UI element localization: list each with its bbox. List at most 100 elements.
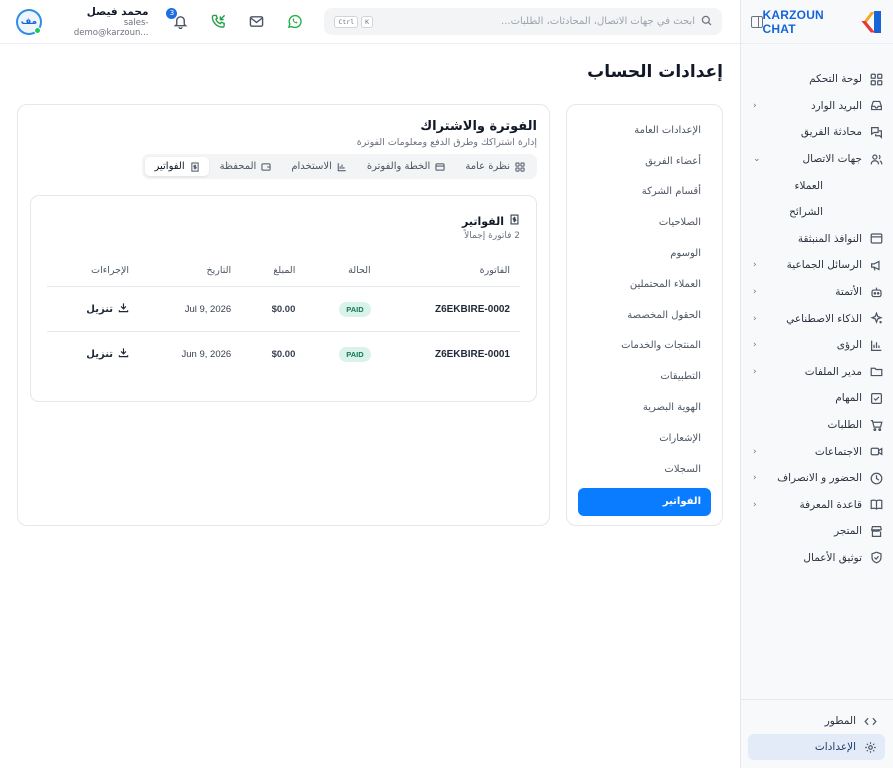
sidebar-item-developer[interactable]: المطور	[748, 708, 885, 734]
sidebar-item-label: المتجر	[834, 525, 862, 538]
sidebar-item-file-manager[interactable]: مدير الملفات ‹	[741, 359, 893, 386]
sidebar-item-label: الرسائل الجماعية	[786, 259, 862, 272]
clock-icon	[870, 472, 883, 485]
settings-item-notifications[interactable]: الإشعارات	[578, 423, 711, 454]
sidebar-item-automation[interactable]: الأتمتة ‹	[741, 279, 893, 306]
settings-item-departments[interactable]: أقسام الشركة	[578, 177, 711, 208]
chart-icon	[870, 339, 883, 352]
settings-item-permissions[interactable]: الصلاحيات	[578, 207, 711, 238]
download-button[interactable]: تنزيل	[86, 347, 129, 361]
sidebar-item-label: قاعدة المعرفة	[799, 498, 862, 511]
search-input[interactable]	[373, 16, 695, 27]
settings-item-branding[interactable]: الهوية البصرية	[578, 392, 711, 423]
karzoun-logo[interactable]	[861, 10, 881, 33]
tab-plan-billing[interactable]: الخطة والفوترة	[358, 157, 454, 176]
invoice-date: Jun 9, 2026	[181, 348, 232, 360]
avatar[interactable]: مف	[16, 8, 42, 35]
avatar-initials: مف	[20, 16, 38, 27]
sidebar-item-attendance[interactable]: الحضور و الانصراف ‹	[741, 465, 893, 492]
invoice-amount: $0.00	[271, 348, 296, 360]
sidebar-item-inbox[interactable]: البريد الوارد ‹	[741, 93, 893, 120]
download-button[interactable]: تنزيل	[86, 302, 129, 316]
sidebar-item-label: المهام	[835, 392, 862, 405]
settings-menu: الإعدادات العامة أعضاء الفريق أقسام الشر…	[566, 104, 723, 526]
sidebar-item-label: لوحة التحكم	[809, 73, 862, 86]
settings-item-custom-fields[interactable]: الحقول المخصصة	[578, 300, 711, 331]
tab-label: المحفظة	[219, 161, 257, 172]
phone-incoming-icon[interactable]	[210, 14, 226, 30]
sidebar-item-contacts[interactable]: جهات الاتصال ⌄	[741, 146, 893, 173]
sidebar-item-label: الرؤى	[836, 339, 862, 352]
table-header-row: الفاتورة الحالة المبلغ التاريخ الإجراءات	[47, 265, 520, 287]
sidebar-item-meetings[interactable]: الاجتماعات ‹	[741, 438, 893, 465]
sidebar-item-label: النوافذ المنبثقة	[797, 232, 862, 245]
sidebar-item-broadcasts[interactable]: الرسائل الجماعية ‹	[741, 252, 893, 279]
search-box[interactable]: Ctrl K	[324, 8, 722, 35]
settings-item-leads[interactable]: العملاء المحتملين	[578, 269, 711, 300]
sidebar-item-label: جهات الاتصال	[802, 153, 862, 166]
chevron-left-icon: ‹	[753, 313, 757, 324]
wallet-icon	[261, 162, 271, 172]
video-icon	[870, 445, 883, 458]
sidebar-item-tasks[interactable]: المهام	[741, 385, 893, 412]
sidebar-item-orders[interactable]: الطلبات	[741, 412, 893, 439]
kbd-ctrl: Ctrl	[334, 15, 359, 28]
settings-item-products[interactable]: المنتجات والخدمات	[578, 331, 711, 362]
settings-item-logs[interactable]: السجلات	[578, 454, 711, 485]
credit-card-icon	[435, 162, 445, 172]
dashboard-icon	[870, 73, 883, 86]
invoice-amount: $0.00	[271, 303, 296, 315]
store-icon	[870, 525, 883, 538]
sidebar-nav: لوحة التحكم البريد الوارد ‹ محادثة الفري…	[741, 44, 893, 571]
billing-subtitle: إدارة اشتراكك وطرق الدفع ومعلومات الفوتر…	[356, 137, 537, 148]
chevron-left-icon: ‹	[753, 287, 757, 298]
sidebar-subitem-customers[interactable]: العملاء	[741, 172, 893, 199]
sidebar-item-label: الحضور و الانصراف	[777, 472, 862, 485]
whatsapp-icon[interactable]	[286, 14, 302, 30]
popup-icon	[870, 232, 883, 245]
sidebar-item-label: الإعدادات	[814, 741, 856, 753]
code-icon	[864, 715, 877, 728]
chevron-left-icon: ‹	[753, 366, 757, 377]
user-info: محمد فيصل sales-demo@karzoun...	[50, 6, 149, 38]
gear-icon	[864, 741, 877, 754]
sparkle-icon	[870, 312, 883, 325]
sidebar-item-insights[interactable]: الرؤى ‹	[741, 332, 893, 359]
sidebar-item-label: الذكاء الاصطناعي	[786, 312, 862, 325]
settings-item-team-members[interactable]: أعضاء الفريق	[578, 146, 711, 177]
tab-usage[interactable]: الاستخدام	[282, 157, 356, 176]
sidebar-item-label: الأتمتة	[835, 286, 862, 299]
invoices-title: الفواتير	[462, 214, 504, 228]
shield-check-icon	[870, 551, 883, 564]
keyboard-shortcut: Ctrl K	[334, 15, 374, 28]
sidebar-item-label: الاجتماعات	[814, 445, 862, 458]
user-email: sales-demo@karzoun...	[73, 17, 149, 38]
column-header-amount: المبلغ	[241, 265, 306, 287]
sidebar-item-team-chat[interactable]: محادثة الفريق	[741, 119, 893, 146]
notification-badge: 3	[166, 7, 178, 19]
user-name: محمد فيصل	[86, 5, 149, 18]
sidebar-item-ai[interactable]: الذكاء الاصطناعي ‹	[741, 305, 893, 332]
sidebar-item-dashboard[interactable]: لوحة التحكم	[741, 66, 893, 93]
sidebar-subitem-segments[interactable]: الشرائح	[741, 199, 893, 226]
settings-item-tags[interactable]: الوسوم	[578, 238, 711, 269]
tab-invoices[interactable]: الفواتير	[145, 157, 209, 176]
sidebar-collapse-icon[interactable]	[751, 15, 763, 28]
bot-icon	[870, 286, 883, 299]
mail-icon[interactable]	[248, 14, 264, 30]
tab-wallet[interactable]: المحفظة	[211, 157, 281, 176]
sidebar-item-store[interactable]: المتجر	[741, 518, 893, 545]
sidebar-item-popups[interactable]: النوافذ المنبثقة	[741, 226, 893, 253]
chevron-down-icon: ⌄	[753, 154, 761, 165]
sidebar-item-knowledge-base[interactable]: قاعدة المعرفة ‹	[741, 492, 893, 519]
settings-item-general[interactable]: الإعدادات العامة	[578, 115, 711, 146]
user-profile[interactable]: محمد فيصل sales-demo@karzoun... مف	[16, 6, 148, 38]
settings-item-invoices[interactable]: الفواتير	[578, 487, 711, 516]
sidebar-item-business-verification[interactable]: توثيق الأعمال	[741, 545, 893, 572]
team-chat-icon	[870, 126, 883, 139]
tab-overview[interactable]: نظرة عامة	[456, 157, 534, 176]
sidebar-item-label: الطلبات	[827, 419, 862, 432]
bell-icon[interactable]: 3	[166, 7, 188, 30]
sidebar-item-settings[interactable]: الإعدادات	[748, 734, 885, 760]
settings-item-apps[interactable]: التطبيقات	[578, 361, 711, 392]
